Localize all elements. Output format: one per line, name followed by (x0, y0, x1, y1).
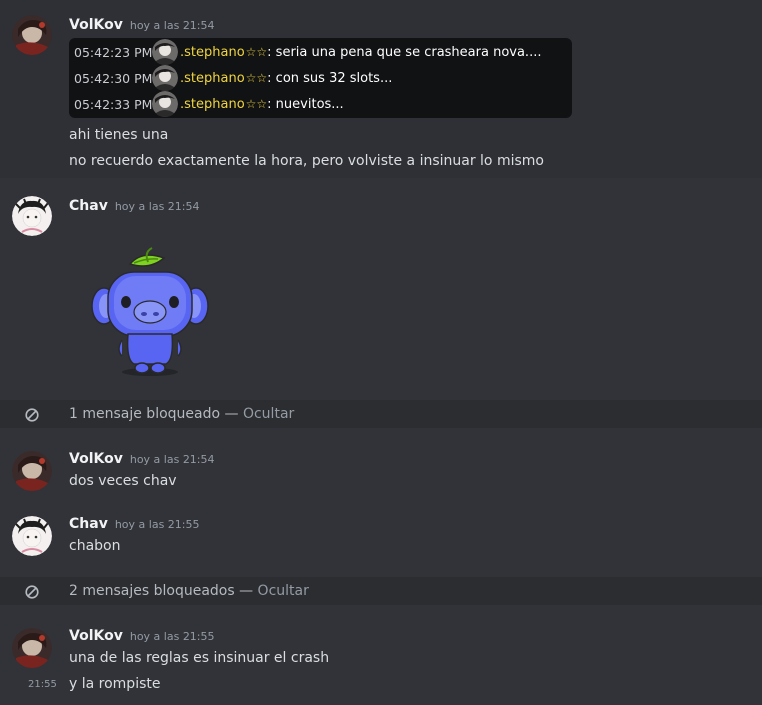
timestamp: hoy a las 21:54 (129, 19, 215, 32)
message-text: no recuerdo exactamente la hora, pero vo… (69, 153, 544, 169)
hide-blocked-link[interactable]: Ocultar (258, 583, 309, 599)
avatar[interactable] (12, 628, 52, 668)
username[interactable]: VolKov (69, 17, 123, 33)
timestamp: hoy a las 21:55 (129, 630, 215, 643)
avatar[interactable] (12, 516, 52, 556)
log-avatar (152, 39, 178, 65)
timestamp: hoy a las 21:54 (114, 200, 200, 213)
log-row: 05:42:23 PM .stephano ☆☆ : seria una pen… (74, 39, 541, 65)
log-time: 05:42:30 PM (74, 70, 153, 86)
message-text: una de las reglas es insinuar el crash (69, 650, 330, 666)
log-username: .stephano (180, 96, 245, 112)
timestamp: hoy a las 21:54 (129, 453, 215, 466)
username[interactable]: VolKov (69, 628, 123, 644)
blocked-circle-icon (25, 584, 39, 599)
log-time: 05:42:33 PM (74, 96, 153, 112)
chat-messages: VolKov hoy a las 21:54 05:42:23 PM .step… (0, 0, 762, 705)
avatar[interactable] (12, 196, 52, 236)
hide-blocked-link[interactable]: Ocultar (243, 406, 294, 422)
log-text: : seria una pena que se crasheara nova..… (267, 44, 542, 60)
timestamp: hoy a las 21:55 (114, 518, 200, 531)
log-time: 05:42:23 PM (74, 44, 153, 60)
log-username: .stephano (180, 44, 245, 60)
wumpus-sticker[interactable] (86, 244, 214, 380)
blocked-messages-bar: 1 mensaje bloqueado — Ocultar (0, 400, 762, 428)
avatar[interactable] (12, 15, 52, 55)
star-icon: ☆☆ (245, 97, 268, 111)
hover-timestamp: 21:55 (28, 679, 57, 690)
log-text: : con sus 32 slots... (267, 70, 393, 86)
log-row: 05:42:33 PM .stephano ☆☆ : nuevitos... (74, 91, 344, 117)
username[interactable]: VolKov (69, 451, 123, 467)
blocked-label: 2 mensajes bloqueados — Ocultar (69, 583, 309, 599)
avatar[interactable] (12, 451, 52, 491)
star-icon: ☆☆ (245, 45, 268, 59)
message-text: y la rompiste (69, 676, 161, 692)
log-avatar (152, 91, 178, 117)
username[interactable]: Chav (69, 516, 108, 532)
message-text: dos veces chav (69, 473, 177, 489)
blocked-count-text: 1 mensaje bloqueado — (69, 406, 243, 422)
message-text: chabon (69, 538, 121, 554)
star-icon: ☆☆ (245, 71, 268, 85)
log-text: : nuevitos... (267, 96, 344, 112)
blocked-count-text: 2 mensajes bloqueados — (69, 583, 258, 599)
log-avatar (152, 65, 178, 91)
blocked-label: 1 mensaje bloqueado — Ocultar (69, 406, 294, 422)
log-row: 05:42:30 PM .stephano ☆☆ : con sus 32 sl… (74, 65, 392, 91)
username[interactable]: Chav (69, 198, 108, 214)
log-embed: 05:42:23 PM .stephano ☆☆ : seria una pen… (69, 38, 572, 118)
blocked-circle-icon (25, 407, 39, 422)
blocked-messages-bar: 2 mensajes bloqueados — Ocultar (0, 577, 762, 605)
log-username: .stephano (180, 70, 245, 86)
message-text: ahi tienes una (69, 127, 169, 143)
